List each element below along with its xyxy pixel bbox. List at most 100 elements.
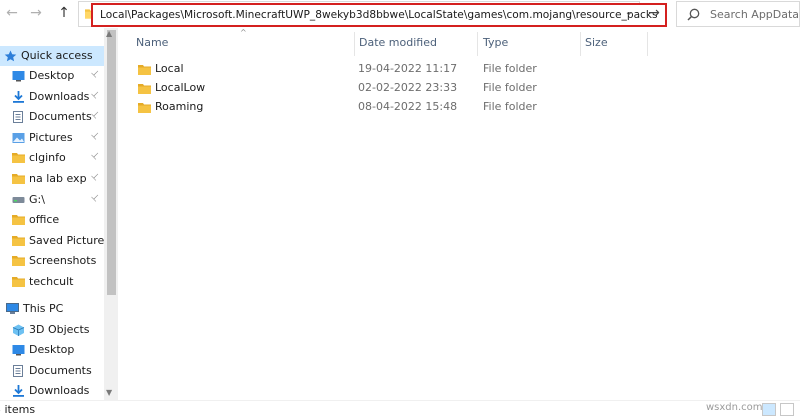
sidebar-item-label: clginfo bbox=[29, 151, 66, 164]
file-date-modified: 19-04-2022 11:17 bbox=[358, 62, 458, 75]
file-type: File folder bbox=[483, 81, 537, 94]
scroll-up-icon[interactable]: ▲ bbox=[106, 29, 112, 38]
column-divider[interactable] bbox=[354, 32, 355, 56]
sidebar-item-quick-access[interactable]: Quick access bbox=[0, 46, 104, 66]
file-type: File folder bbox=[483, 62, 537, 75]
details-view-button[interactable] bbox=[762, 403, 776, 416]
documents-icon bbox=[13, 365, 23, 377]
download-icon bbox=[13, 91, 24, 103]
sidebar-item-office[interactable]: office bbox=[0, 210, 104, 230]
sidebar-item-label: office bbox=[29, 213, 60, 226]
pin-icon: ⊥ bbox=[88, 129, 102, 143]
sort-indicator-icon: ^ bbox=[240, 28, 247, 37]
nav-scroll-thumb[interactable] bbox=[107, 30, 116, 295]
column-header-type[interactable]: Type bbox=[483, 36, 508, 49]
folder-icon bbox=[12, 277, 25, 287]
star-icon bbox=[4, 50, 17, 62]
pin-icon: ⊥ bbox=[88, 191, 102, 205]
desktop-icon bbox=[12, 345, 25, 356]
file-row[interactable]: Roaming 08-04-2022 15:48 File folder bbox=[134, 98, 554, 117]
pin-icon: ⊥ bbox=[88, 67, 102, 81]
file-date-modified: 08-04-2022 15:48 bbox=[358, 100, 458, 113]
sidebar-item-3d-objects[interactable]: 3D Objects bbox=[0, 320, 104, 340]
column-header-size[interactable]: Size bbox=[585, 36, 608, 49]
sidebar-item-saved-pictures[interactable]: Saved Pictures bbox=[0, 231, 110, 251]
pictures-icon bbox=[12, 133, 25, 143]
3d-objects-icon bbox=[12, 324, 25, 336]
sidebar-item-label: techcult bbox=[29, 275, 74, 288]
file-type: File folder bbox=[483, 100, 537, 113]
navigation-pane: Quick access Desktop ⊥ Downloads ⊥ Documents ⊥… bbox=[0, 28, 118, 400]
column-divider[interactable] bbox=[477, 32, 478, 56]
sidebar-item-clginfo[interactable]: clginfo ⊥ bbox=[0, 148, 104, 168]
file-date-modified: 02-02-2022 23:33 bbox=[358, 81, 458, 94]
sidebar-item-documents[interactable]: Documents ⊥ bbox=[0, 107, 104, 127]
file-list-view: ^ Name Date modified Type Size Local 19-0… bbox=[120, 28, 800, 400]
sidebar-item-na-lab-exp[interactable]: na lab exp ⊥ bbox=[0, 169, 104, 189]
sidebar-item-label: Documents bbox=[29, 364, 92, 377]
column-divider[interactable] bbox=[580, 32, 581, 56]
sidebar-item-downloads[interactable]: Downloads ⊥ bbox=[0, 87, 104, 107]
sidebar-item-documents[interactable]: Documents bbox=[0, 361, 104, 381]
address-toolbar: ← → ↑ Local\Packages\Microsoft.Minecraft… bbox=[0, 0, 800, 28]
sidebar-item-label: G:\ bbox=[29, 193, 45, 206]
sidebar-item-desktop[interactable]: Desktop ⊥ bbox=[0, 66, 104, 86]
sidebar-item-techcult[interactable]: techcult bbox=[0, 272, 104, 292]
file-name[interactable]: Roaming bbox=[155, 100, 203, 113]
item-count: 3 items bbox=[0, 403, 36, 416]
address-path-highlight: Local\Packages\Microsoft.MinecraftUWP_8w… bbox=[91, 3, 667, 27]
status-bar: 3 items wsxdn.com bbox=[0, 400, 800, 418]
sidebar-item-downloads[interactable]: Downloads bbox=[0, 381, 104, 401]
sidebar-item-label: na lab exp bbox=[29, 172, 87, 185]
folder-icon bbox=[12, 174, 25, 184]
sidebar-item-screenshots[interactable]: Screenshots bbox=[0, 251, 104, 271]
sidebar-item-desktop[interactable]: Desktop bbox=[0, 340, 104, 360]
computer-icon bbox=[6, 303, 19, 314]
folder-icon bbox=[12, 215, 25, 225]
sidebar-item-label: Downloads bbox=[29, 90, 90, 103]
search-placeholder[interactable]: Search AppData bbox=[710, 8, 799, 21]
pin-icon: ⊥ bbox=[88, 149, 102, 163]
large-icons-view-button[interactable] bbox=[780, 403, 794, 416]
sidebar-item-label: Documents bbox=[29, 110, 92, 123]
file-name[interactable]: Local bbox=[155, 62, 184, 75]
desktop-icon bbox=[12, 71, 25, 82]
back-button[interactable]: ← bbox=[4, 5, 20, 21]
drive-icon bbox=[12, 197, 25, 203]
sidebar-item-this-pc[interactable]: This PC bbox=[0, 299, 104, 319]
scroll-down-icon[interactable]: ▼ bbox=[106, 388, 112, 397]
sidebar-item-label: 3D Objects bbox=[29, 323, 90, 336]
search-icon bbox=[687, 8, 700, 21]
pin-icon: ⊥ bbox=[88, 88, 102, 102]
folder-icon bbox=[12, 256, 25, 266]
folder-icon bbox=[138, 65, 151, 75]
sidebar-item-label: Desktop bbox=[29, 69, 75, 82]
file-row[interactable]: Local 19-04-2022 11:17 File folder bbox=[134, 60, 554, 79]
forward-button[interactable]: → bbox=[28, 5, 44, 21]
sidebar-item-label: Desktop bbox=[29, 343, 75, 356]
download-icon bbox=[13, 385, 24, 397]
sidebar-item-label: Screenshots bbox=[29, 254, 97, 267]
pin-icon: ⊥ bbox=[88, 170, 102, 184]
address-bar[interactable]: Local\Packages\Microsoft.MinecraftUWP_8w… bbox=[78, 1, 667, 27]
folder-icon bbox=[138, 84, 151, 94]
sidebar-item-g[interactable]: G:\ ⊥ bbox=[0, 190, 104, 210]
address-path[interactable]: Local\Packages\Microsoft.MinecraftUWP_8w… bbox=[100, 9, 658, 21]
watermark: wsxdn.com bbox=[706, 402, 763, 413]
up-button[interactable]: ↑ bbox=[56, 5, 72, 21]
column-divider[interactable] bbox=[647, 32, 648, 56]
address-dropdown-icon[interactable]: ⌄ bbox=[625, 7, 633, 18]
go-button[interactable]: → bbox=[646, 5, 662, 21]
folder-icon bbox=[12, 236, 25, 246]
file-name[interactable]: LocalLow bbox=[155, 81, 205, 94]
sidebar-item-label: Quick access bbox=[21, 49, 93, 62]
documents-icon bbox=[13, 111, 23, 123]
sidebar-item-pictures[interactable]: Pictures ⊥ bbox=[0, 128, 104, 148]
search-box[interactable]: Search AppData bbox=[676, 1, 800, 27]
sidebar-item-label: Pictures bbox=[29, 131, 73, 144]
sidebar-item-label: This PC bbox=[23, 302, 64, 315]
column-header-name[interactable]: Name bbox=[136, 36, 168, 49]
file-row[interactable]: LocalLow 02-02-2022 23:33 File folder bbox=[134, 79, 554, 98]
column-header-date-modified[interactable]: Date modified bbox=[359, 36, 437, 49]
sidebar-item-label: Saved Pictures bbox=[29, 234, 111, 247]
